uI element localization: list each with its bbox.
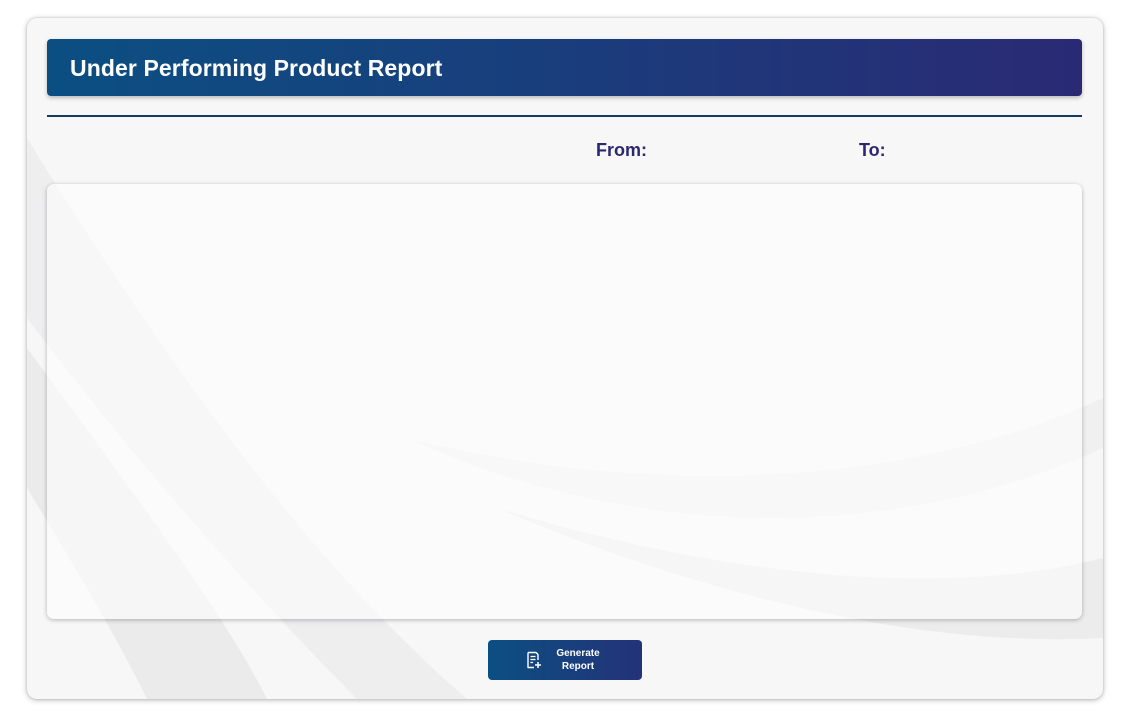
- report-window: Under Performing Product Report From: To…: [27, 18, 1103, 699]
- to-label: To:: [859, 140, 886, 160]
- document-add-icon: [527, 651, 541, 669]
- generate-label-line1: Generate: [556, 648, 600, 659]
- header-bar: Under Performing Product Report: [47, 39, 1082, 96]
- page-title: Under Performing Product Report: [70, 55, 443, 81]
- report-content-panel: [47, 184, 1082, 619]
- generate-report-button[interactable]: Generate Report: [488, 640, 642, 680]
- header-divider: [47, 115, 1082, 117]
- generate-report-label: Generate Report: [551, 647, 605, 673]
- from-label: From:: [596, 140, 647, 160]
- generate-label-line2: Report: [561, 661, 595, 672]
